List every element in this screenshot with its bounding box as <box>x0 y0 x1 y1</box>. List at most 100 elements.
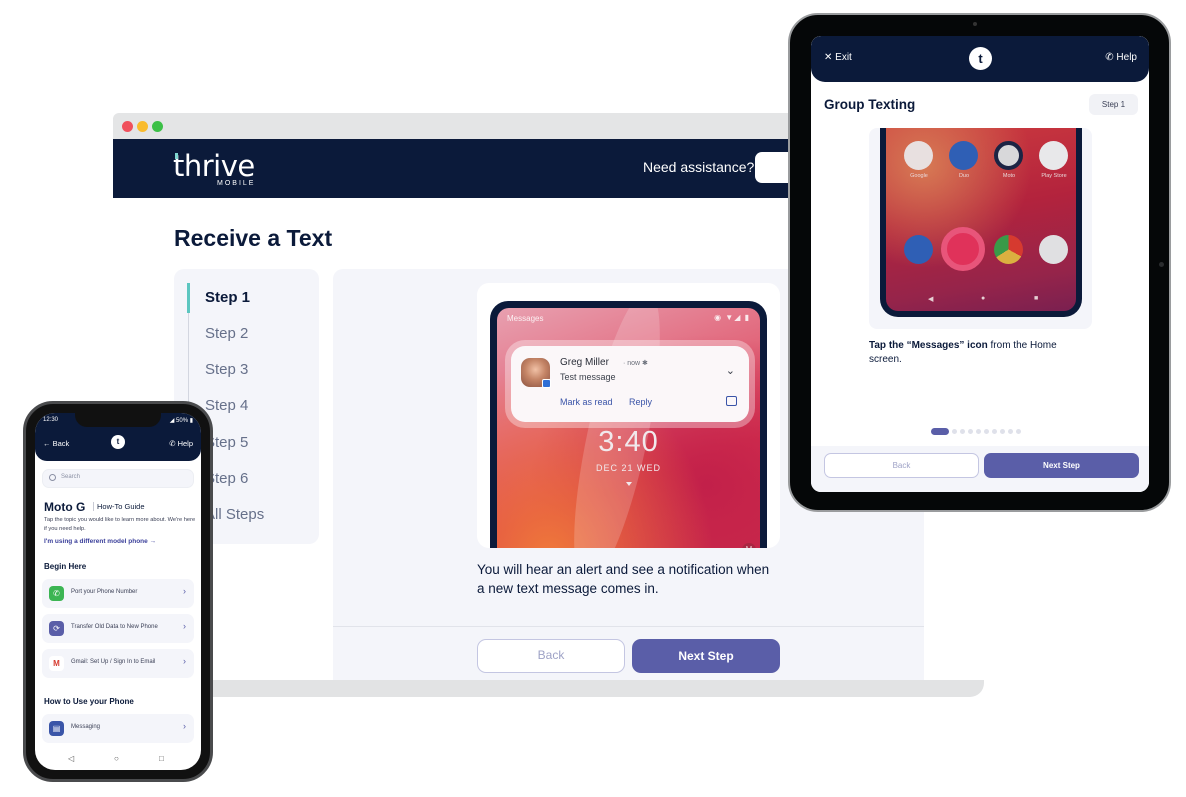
pagination-dot[interactable] <box>976 429 981 434</box>
chevron-right-icon: › <box>183 656 186 666</box>
browser-titlebar <box>113 113 813 139</box>
back-button[interactable]: Back <box>477 639 625 673</box>
back-button[interactable]: Back <box>824 453 979 478</box>
step-item-2[interactable]: Step 2 <box>205 325 248 342</box>
messages-badge-icon <box>542 379 551 388</box>
phone-screen: 12:30 ◢ 50% ▮ ← Back t ✆ Help Search Mot… <box>35 413 201 770</box>
list-item[interactable]: ▤ Messaging › <box>42 714 194 743</box>
status-battery: ◢ 50% ▮ <box>169 418 193 424</box>
notification-message: Test message <box>560 372 616 382</box>
list-item[interactable]: ✆ Port your Phone Number › <box>42 579 194 608</box>
help-button[interactable]: ✆ Help <box>1105 52 1137 63</box>
app-label: Google <box>910 173 928 179</box>
phone-screenshot: Google Duo Moto Play Store ◀ ● ■ <box>880 128 1082 317</box>
play-store-icon <box>1039 141 1068 170</box>
nav-recents-icon[interactable]: □ <box>159 754 164 763</box>
side-sensor <box>1159 262 1164 267</box>
logo-wordmark: thrive <box>173 149 255 183</box>
tablet-footer: Back Next Step <box>811 446 1149 492</box>
step-badge: Step 1 <box>1089 94 1138 115</box>
guide-subtitle: How-To Guide <box>93 502 145 511</box>
nav-back-icon[interactable]: ◁ <box>68 754 74 763</box>
android-nav-bar: ◁ ○ □ <box>35 754 201 766</box>
nav-recents-icon: ■ <box>1034 295 1039 302</box>
back-button[interactable]: ← Back <box>43 439 69 448</box>
section-title: Begin Here <box>44 562 87 571</box>
window-minimize-button[interactable] <box>137 121 148 132</box>
pagination-dot[interactable] <box>1000 429 1005 434</box>
message-icon: ▤ <box>49 721 64 736</box>
android-nav: ◀ ● ■ <box>886 295 1076 305</box>
camera-app-icon <box>1039 235 1068 264</box>
phone-icon: ✆ <box>49 586 64 601</box>
step-image-card: Google Duo Moto Play Store ◀ ● ■ <box>869 128 1092 329</box>
chevron-right-icon: › <box>183 621 186 631</box>
caret-down-icon <box>626 482 632 486</box>
list-item[interactable]: M Gmail: Set Up / Sign In to Email › <box>42 649 194 678</box>
messages-app-icon[interactable] <box>941 227 985 271</box>
status-app-label: Messages <box>507 314 544 323</box>
chevron-down-icon[interactable]: ⌄ <box>726 364 735 377</box>
step-item-all[interactable]: All Steps <box>205 506 264 523</box>
thrive-logo[interactable]: thrive MOBILE <box>173 149 263 189</box>
smart-reply-icon[interactable] <box>726 396 737 406</box>
list-item-label: Gmail: Set Up / Sign In to Email <box>71 659 156 665</box>
window-close-button[interactable] <box>122 121 133 132</box>
camera-icon <box>973 22 977 26</box>
step-item-3[interactable]: Step 3 <box>205 361 248 378</box>
pagination-dot[interactable] <box>952 429 957 434</box>
step-description: You will hear an alert and see a notific… <box>477 562 770 596</box>
pagination-dot[interactable] <box>1016 429 1021 434</box>
sync-icon: ⟳ <box>49 621 64 636</box>
search-icon <box>49 474 56 481</box>
chevron-right-icon: › <box>183 586 186 596</box>
list-item-label: Messaging <box>71 724 101 730</box>
instruction-bold: Tap the “Messages” icon <box>869 340 988 351</box>
motorola-icon: M <box>742 543 756 548</box>
pagination-dot[interactable] <box>992 429 997 434</box>
mark-as-read-action[interactable]: Mark as read <box>560 397 613 407</box>
pagination-dot[interactable] <box>984 429 989 434</box>
pagination-dot[interactable] <box>931 428 949 435</box>
nav-home-icon: ● <box>981 295 986 302</box>
thrive-logo-icon: t <box>969 47 992 70</box>
pagination-dot[interactable] <box>968 429 973 434</box>
phone-header: 12:30 ◢ 50% ▮ ← Back t ✆ Help <box>35 413 201 461</box>
notch <box>75 413 161 427</box>
laptop-base <box>208 680 984 697</box>
lockscreen-date: DEC 21 WED <box>595 463 661 473</box>
logo-accent <box>175 153 178 159</box>
pagination-dot[interactable] <box>1008 429 1013 434</box>
home-screen: Google Duo Moto Play Store ◀ ● ■ <box>886 128 1076 311</box>
step-item-1[interactable]: Step 1 <box>205 289 250 306</box>
nav-home-icon[interactable]: ○ <box>114 754 119 763</box>
status-bar: Messages ◉ ▼◢ ▮ <box>507 313 750 327</box>
tablet-mockup: ✕ Exit t ✆ Help Group Texting Step 1 Goo… <box>788 13 1171 512</box>
search-input[interactable]: Search <box>42 469 194 488</box>
pagination-dot[interactable] <box>960 429 965 434</box>
window-maximize-button[interactable] <box>152 121 163 132</box>
step-instruction: Tap the “Messages” icon from the Home sc… <box>869 339 1089 367</box>
app-label: Moto <box>1002 173 1016 179</box>
help-button[interactable]: ✆ Help <box>169 439 193 448</box>
tablet-screen: ✕ Exit t ✆ Help Group Texting Step 1 Goo… <box>811 36 1149 492</box>
app-label: Play Store <box>1041 173 1067 179</box>
chrome-icon <box>994 235 1023 264</box>
reply-action[interactable]: Reply <box>629 397 652 407</box>
step-item-4[interactable]: Step 4 <box>205 397 248 414</box>
next-step-button[interactable]: Next Step <box>984 453 1139 478</box>
phone-screenshot: Messages ◉ ▼◢ ▮ Greg Miller · now ✱ Test… <box>490 301 767 548</box>
moto-icon <box>994 141 1023 170</box>
gmail-icon: M <box>49 656 64 671</box>
list-item[interactable]: ⟳ Transfer Old Data to New Phone › <box>42 614 194 643</box>
divider <box>333 626 924 627</box>
tablet-header: ✕ Exit t ✆ Help <box>811 36 1149 82</box>
different-model-link[interactable]: I'm using a different model phone → <box>44 538 156 545</box>
lockscreen: Messages ◉ ▼◢ ▮ Greg Miller · now ✱ Test… <box>497 308 760 548</box>
exit-button[interactable]: ✕ Exit <box>824 52 852 63</box>
logo-subtitle: MOBILE <box>217 180 256 187</box>
section-title: How to Use your Phone <box>44 697 134 706</box>
notification-card[interactable]: Greg Miller · now ✱ Test message ⌄ Mark … <box>511 346 749 422</box>
next-step-button[interactable]: Next Step <box>632 639 780 673</box>
status-icons: ◉ ▼◢ ▮ <box>714 313 750 322</box>
